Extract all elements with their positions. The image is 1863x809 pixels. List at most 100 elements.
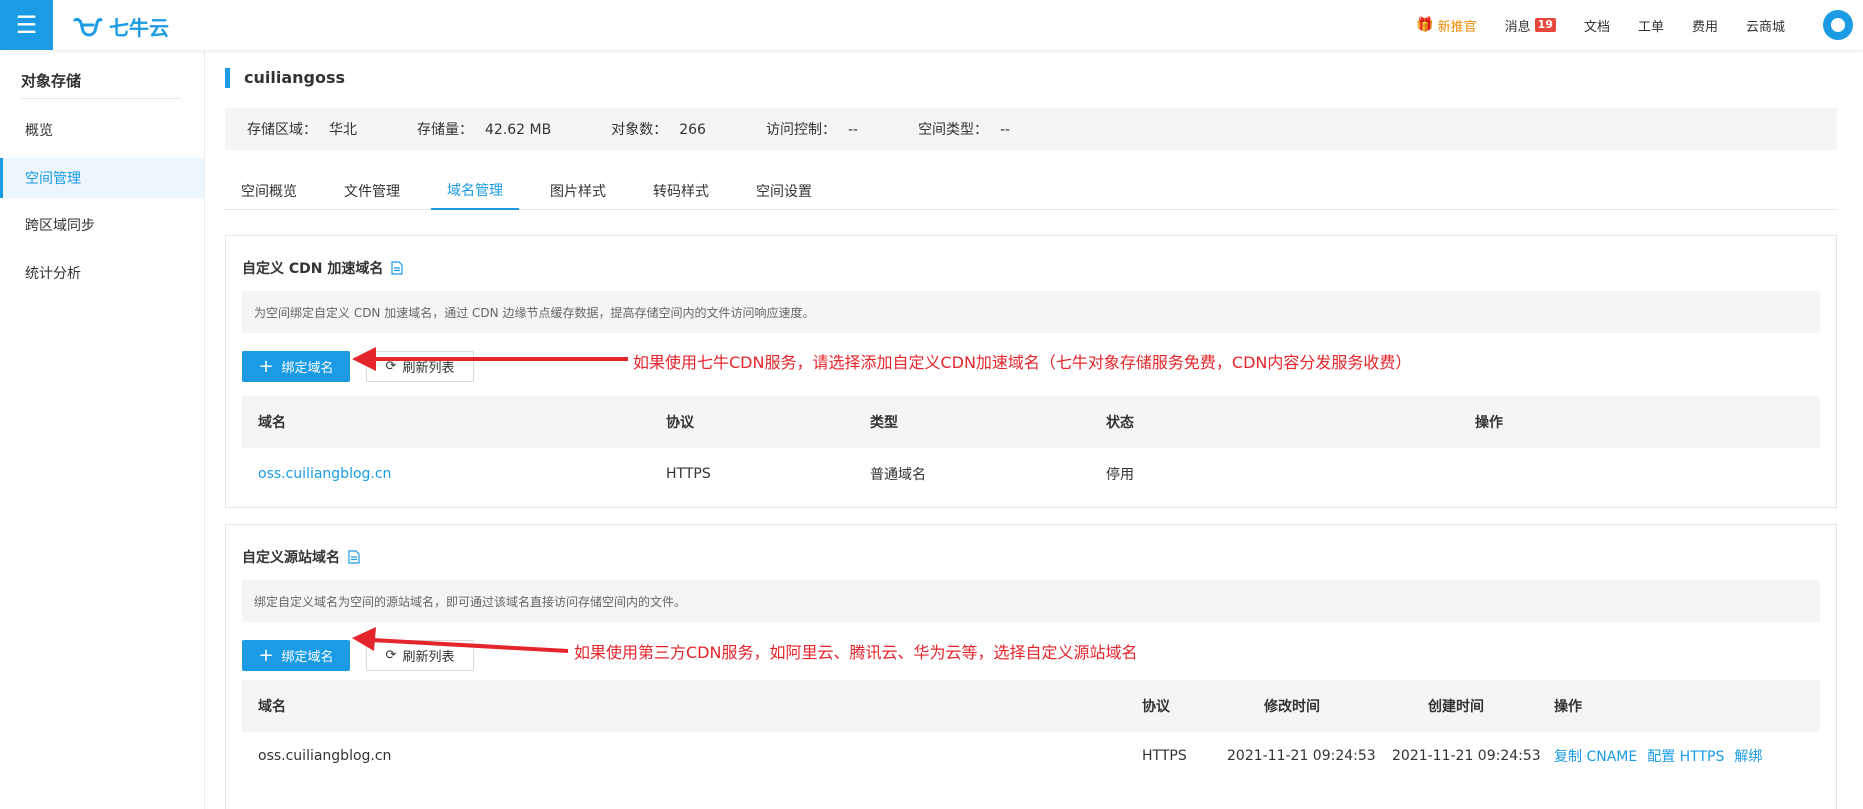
main-content: cuiliangoss 存储区域： 华北 存储量： 42.62 MB 对象数： 266… [205, 50, 1863, 809]
unbind-link[interactable]: 解绑 [1734, 746, 1762, 766]
info-key: 对象数： [611, 122, 668, 138]
logo[interactable]: 七牛云 [73, 12, 169, 41]
logo-icon [73, 17, 103, 37]
info-bucket-type: 空间类型： -- [918, 119, 1010, 139]
column-header: 创建时间 [1428, 699, 1484, 715]
sidebar-item-buckets[interactable]: 空间管理 [0, 158, 204, 198]
info-key: 访问控制： [765, 122, 836, 138]
tab-file-management[interactable]: 文件管理 [328, 172, 416, 210]
top-link-tickets[interactable]: 工单 [1638, 16, 1664, 35]
document-icon[interactable] [391, 261, 403, 275]
tab-bucket-settings[interactable]: 空间设置 [740, 172, 828, 210]
source-domain-panel: 自定义源站域名 绑定自定义域名为空间的源站域名，即可通过该域名直接访问存储空间内… [225, 524, 1837, 809]
tab-bucket-overview[interactable]: 空间概览 [225, 172, 313, 210]
top-link-billing[interactable]: 费用 [1692, 16, 1718, 35]
column-header: 修改时间 [1264, 699, 1320, 715]
panel-description: 绑定自定义域名为空间的源站域名，即可通过该域名直接访问存储空间内的文件。 [242, 580, 1820, 622]
divider [21, 98, 181, 99]
sidebar-item-cross-region-sync[interactable]: 跨区域同步 [0, 205, 204, 245]
tab-domain-management[interactable]: 域名管理 [431, 172, 519, 210]
sidebar-item-label: 空间管理 [25, 171, 81, 187]
annotation-source: 如果使用第三方CDN服务，如阿里云、腾讯云、华为云等，选择自定义源站域名 [574, 643, 1138, 662]
refresh-list-button[interactable]: ⟳ 刷新列表 [366, 351, 474, 382]
sidebar: 对象存储 概览 空间管理 跨区域同步 统计分析 [0, 50, 205, 809]
top-bar: ☰ 七牛云 🎁 新推官 消息 19 文档 工单 费用 云商城 [0, 0, 1863, 50]
sidebar-title: 对象存储 [21, 72, 82, 90]
top-link-label: 工单 [1637, 19, 1664, 35]
info-value: -- [1000, 122, 1011, 138]
column-header: 操作 [1475, 415, 1503, 431]
page-title: cuiliangoss [225, 68, 345, 88]
sidebar-item-label: 统计分析 [25, 266, 81, 282]
table-header: 域名 协议 类型 状态 操作 [242, 396, 1820, 448]
menu-icon[interactable]: ☰ [0, 0, 53, 50]
avatar[interactable] [1823, 10, 1853, 40]
info-storage: 存储量： 42.62 MB [417, 119, 551, 139]
top-link-marketplace[interactable]: 云商城 [1746, 16, 1785, 35]
top-link-docs[interactable]: 文档 [1584, 16, 1610, 35]
top-link-label: 费用 [1691, 19, 1718, 35]
info-key: 存储区域： [247, 122, 317, 138]
table-row: oss.cuiliangblog.cn HTTPS 普通域名 停用 [242, 448, 1820, 500]
info-object-count: 对象数： 266 [611, 119, 706, 139]
column-header: 类型 [870, 415, 898, 431]
type-cell: 普通域名 [870, 467, 926, 483]
info-key: 空间类型： [918, 122, 989, 138]
top-link-label: 新推官 [1437, 19, 1477, 35]
top-link-label: 消息 [1504, 19, 1531, 35]
sidebar-item-overview[interactable]: 概览 [0, 110, 204, 150]
tab-bar: 空间概览 文件管理 域名管理 图片样式 转码样式 空间设置 [225, 172, 1837, 210]
button-label: 刷新列表 [402, 650, 455, 665]
bind-domain-button[interactable]: + 绑定域名 [242, 351, 350, 382]
column-header: 协议 [666, 415, 694, 431]
refresh-icon: ⟳ [385, 648, 397, 663]
protocol-cell: HTTPS [1142, 748, 1187, 764]
protocol-cell: HTTPS [666, 466, 711, 482]
brand-name: 七牛云 [109, 16, 169, 40]
domain-link[interactable]: oss.cuiliangblog.cn [258, 448, 391, 500]
panel-description: 为空间绑定自定义 CDN 加速域名，通过 CDN 边缘节点缓存数据，提高存储空间… [242, 291, 1820, 333]
panel-title: 自定义 CDN 加速域名 [242, 258, 403, 278]
gift-icon: 🎁 [1416, 17, 1434, 33]
tab-image-styles[interactable]: 图片样式 [534, 172, 622, 210]
table-row: oss.cuiliangblog.cn HTTPS 2021-11-21 09:… [242, 730, 1820, 782]
row-actions: 复制 CNAME 配置 HTTPS 解绑 [1554, 730, 1762, 782]
copy-cname-link[interactable]: 复制 CNAME [1554, 746, 1637, 766]
panel-title: 自定义源站域名 [242, 547, 360, 567]
panel-title-text: 自定义 CDN 加速域名 [242, 261, 384, 277]
info-value: 266 [679, 122, 706, 138]
button-label: 刷新列表 [402, 361, 455, 376]
configure-https-link[interactable]: 配置 HTTPS [1647, 746, 1724, 766]
column-header: 域名 [258, 699, 286, 715]
sidebar-item-label: 概览 [25, 123, 53, 139]
info-access-control: 访问控制： -- [766, 119, 858, 139]
column-header: 状态 [1106, 415, 1134, 431]
status-cell: 停用 [1106, 467, 1134, 483]
sidebar-item-label: 跨区域同步 [25, 218, 95, 234]
column-header: 协议 [1142, 699, 1170, 715]
bind-domain-button[interactable]: + 绑定域名 [242, 640, 350, 671]
info-key: 存储量： [417, 122, 473, 138]
info-value: -- [847, 122, 859, 138]
sidebar-item-statistics[interactable]: 统计分析 [0, 253, 204, 293]
button-label: 绑定域名 [281, 361, 334, 376]
tab-transcode-styles[interactable]: 转码样式 [637, 172, 725, 210]
info-value: 42.62 MB [485, 122, 552, 138]
message-count-badge: 19 [1534, 18, 1556, 32]
refresh-list-button[interactable]: ⟳ 刷新列表 [366, 640, 474, 671]
column-header: 操作 [1554, 699, 1582, 715]
refresh-icon: ⟳ [385, 359, 397, 374]
info-value: 华北 [329, 122, 357, 138]
document-icon[interactable] [348, 550, 360, 564]
top-link-label: 云商城 [1745, 19, 1785, 35]
table-header: 域名 协议 修改时间 创建时间 操作 [242, 680, 1820, 732]
top-link-label: 文档 [1583, 19, 1610, 35]
top-link-promo[interactable]: 🎁 新推官 [1416, 16, 1476, 35]
plus-icon: + [258, 355, 274, 377]
created-time-cell: 2021-11-21 09:24:53 [1392, 748, 1541, 764]
domain-cell: oss.cuiliangblog.cn [258, 748, 392, 764]
top-link-messages[interactable]: 消息 19 [1505, 16, 1556, 35]
button-label: 绑定域名 [281, 650, 334, 665]
info-region: 存储区域： 华北 [247, 119, 357, 139]
plus-icon: + [258, 644, 274, 666]
